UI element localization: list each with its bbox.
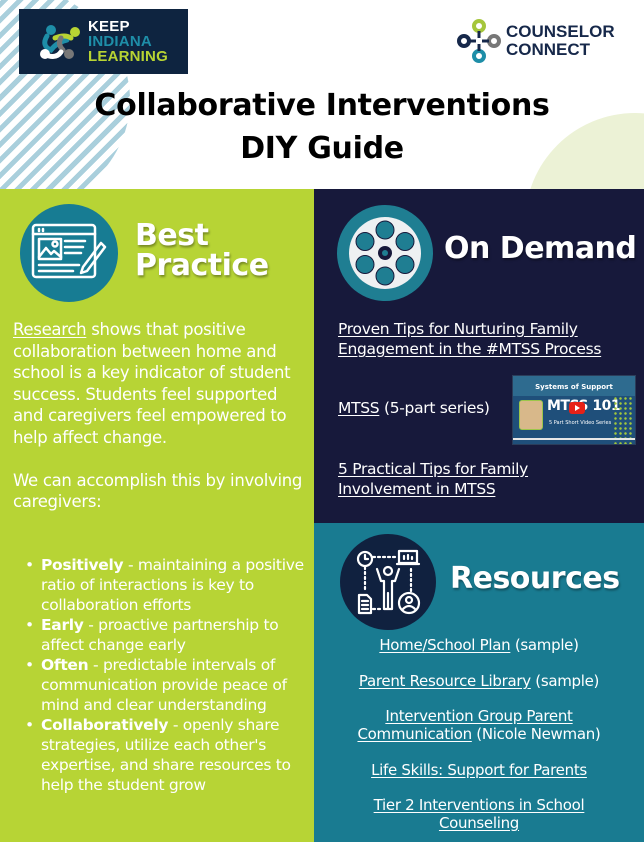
list-item: • Early - proactive partnership to affect…: [25, 616, 279, 654]
intro-paragraph: Research shows that positive collaborati…: [13, 320, 291, 447]
link-item: Life Skills: Support for Parents: [314, 761, 644, 779]
counselor-connect-logo[interactable]: COUNSELOR CONNECT: [456, 18, 615, 64]
parent-resource-library-link[interactable]: Parent Resource Library: [359, 672, 531, 690]
caregiver-strategies-list: • Positively - maintaining a positive rat…: [13, 555, 313, 795]
connect-knot-icon: [457, 19, 501, 63]
research-link[interactable]: Research: [13, 320, 87, 339]
keep-indiana-learning-logo[interactable]: KEEP INDIANA LEARNING: [19, 9, 188, 74]
keep-indiana-learning-wordmark: KEEP INDIANA LEARNING: [88, 18, 168, 65]
practical-tips-link[interactable]: 5 Practical Tips for Family Involvement …: [338, 460, 528, 498]
counselor-connect-wordmark: COUNSELOR CONNECT: [506, 22, 615, 59]
life-skills-link[interactable]: Life Skills: Support for Parents: [371, 761, 587, 779]
article-edit-icon: [20, 204, 118, 302]
proven-tips-link[interactable]: Proven Tips for Nurturing Family Engagem…: [338, 320, 601, 358]
list-item: • Often - predictable intervals of commun…: [25, 656, 287, 714]
tier2-interventions-link[interactable]: Tier 2 Interventions in School Counselin…: [374, 796, 585, 832]
list-item: • Positively - maintaining a positive rat…: [25, 556, 304, 614]
decorative-dots: [613, 396, 633, 444]
mtss-video-thumbnail[interactable]: Systems of Support MTSS 101 5 Part Short…: [512, 375, 636, 445]
link-item: Intervention Group Parent Communication …: [357, 707, 601, 743]
header: KEEP INDIANA LEARNING COUNSELOR CONNECT …: [0, 0, 644, 189]
mtss-series-link[interactable]: MTSS: [338, 399, 380, 417]
link-item: Proven Tips for Nurturing Family Engagem…: [338, 319, 623, 359]
lead-paragraph: We can accomplish this by involving care…: [13, 470, 303, 512]
film-reel-icon: [337, 205, 433, 301]
workflow-person-icon: [340, 534, 436, 630]
list-item: • Collaboratively - openly share strategi…: [25, 716, 291, 794]
on-demand-panel: On Demand Proven Tips for Nurturing Fami…: [314, 189, 644, 523]
link-item: 5 Practical Tips for Family Involvement …: [338, 459, 578, 499]
on-demand-heading: On Demand: [444, 231, 637, 266]
best-practice-body: Research shows that positive collaborati…: [13, 319, 311, 534]
page-title: Collaborative Interventions DIY Guide: [94, 88, 550, 166]
resources-heading: Resources: [450, 561, 620, 596]
link-item: Parent Resource Library (sample): [358, 672, 600, 690]
best-practice-heading: Best Practice: [135, 218, 269, 283]
link-item: Home/School Plan (sample): [379, 636, 579, 654]
play-icon[interactable]: [569, 402, 585, 414]
resources-panel: Resources Home/School Plan (sample) Pare…: [314, 523, 644, 842]
best-practice-panel: Best Practice Research shows that positi…: [0, 189, 314, 842]
presenter-photo: [519, 400, 543, 430]
link-item: Tier 2 Interventions in School Counselin…: [314, 796, 644, 832]
link-item: MTSS (5-part series): [338, 399, 490, 417]
home-school-plan-link[interactable]: Home/School Plan: [379, 636, 510, 654]
people-circle-icon: [40, 24, 80, 59]
